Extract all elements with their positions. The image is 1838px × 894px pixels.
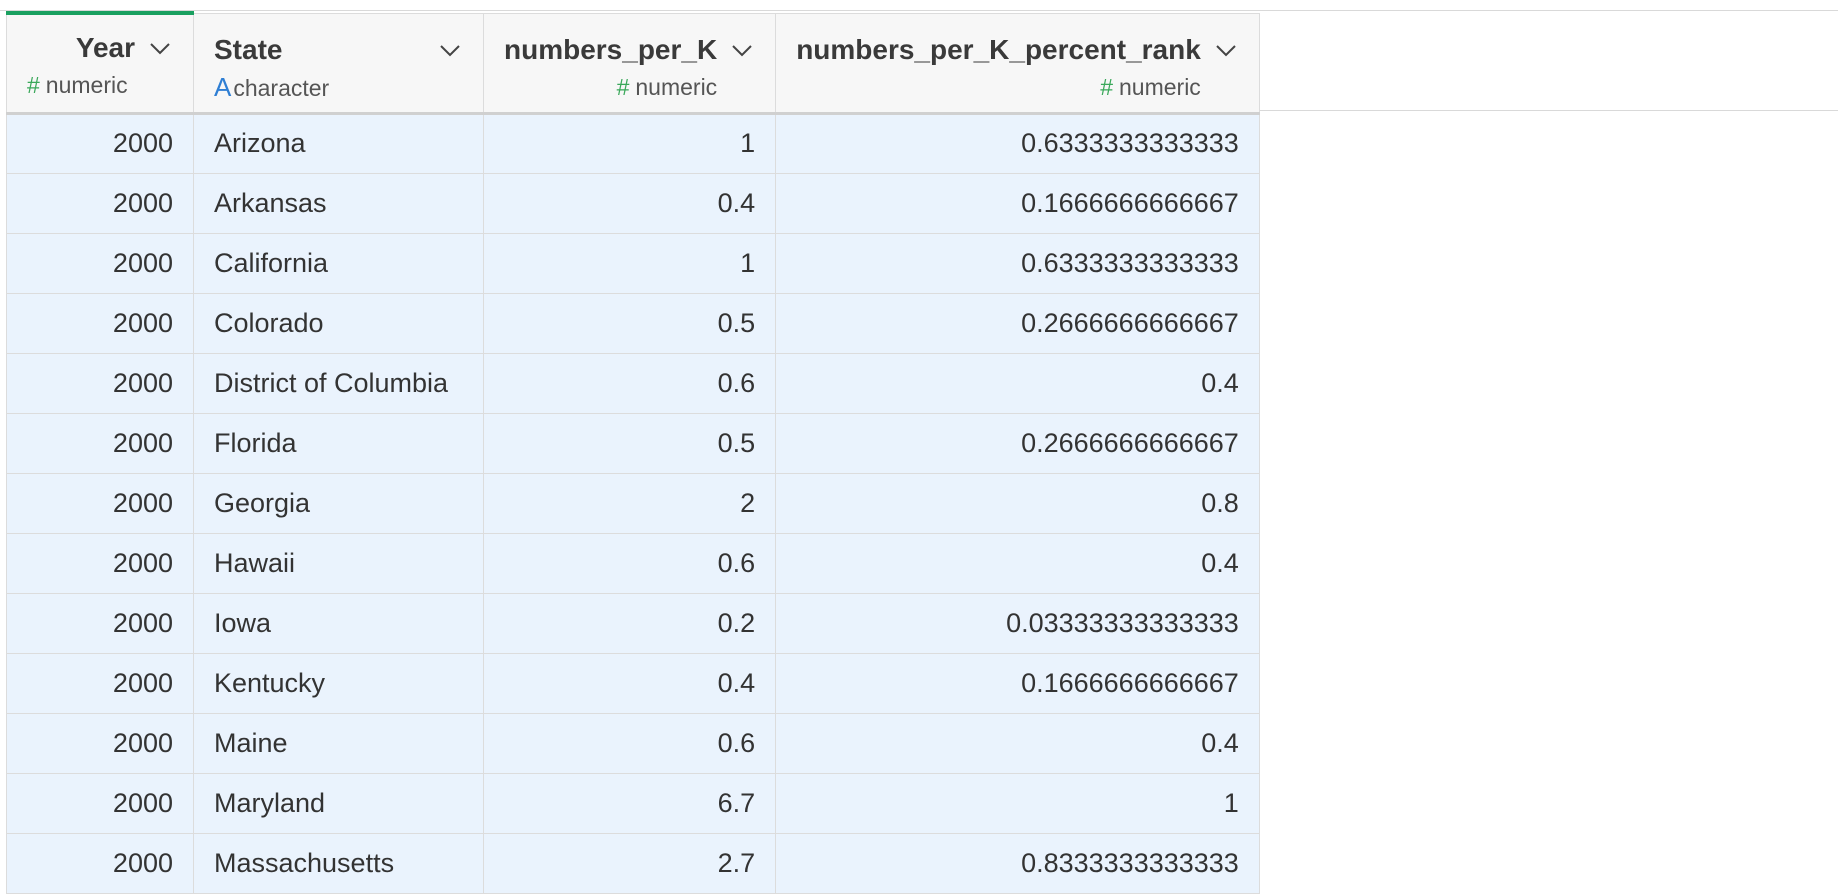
cell-year[interactable]: 2000 <box>6 112 194 174</box>
cell-state[interactable]: Arizona <box>193 112 484 174</box>
cell-numbers-per-k[interactable]: 2 <box>482 472 777 534</box>
cell-year[interactable]: 2000 <box>6 472 194 534</box>
chevron-down-icon[interactable] <box>147 35 173 61</box>
cell-state[interactable]: Maine <box>193 712 484 774</box>
header-row: Year # numeric State Acharacter numbers_… <box>6 11 1260 114</box>
column-type-text: character <box>233 74 330 101</box>
chevron-down-icon[interactable] <box>437 37 463 63</box>
cell-numbers-per-k[interactable]: 0.6 <box>482 532 777 594</box>
column-type-label: Acharacter <box>214 73 463 102</box>
cell-year[interactable]: 2000 <box>6 232 194 294</box>
cell-year[interactable]: 2000 <box>6 532 194 594</box>
column-type-text: numeric <box>45 72 128 98</box>
cell-percent-rank[interactable]: 0.6333333333333 <box>775 112 1260 174</box>
cell-year[interactable]: 2000 <box>6 352 194 414</box>
cell-percent-rank[interactable]: 0.4 <box>775 712 1260 774</box>
table-row[interactable]: 2000 Kentucky 0.4 0.1666666666667 <box>6 652 1260 714</box>
hash-icon: # <box>616 73 630 100</box>
cell-percent-rank[interactable]: 0.1666666666667 <box>775 172 1260 234</box>
cell-state[interactable]: California <box>193 232 484 294</box>
cell-numbers-per-k[interactable]: 0.4 <box>482 652 777 714</box>
cell-state[interactable]: District of Columbia <box>193 352 484 414</box>
column-title: State <box>214 33 283 65</box>
column-header-numbers-per-k[interactable]: numbers_per_K # numeric <box>482 12 777 114</box>
table-row[interactable]: 2000 Maryland 6.7 1 <box>6 772 1260 834</box>
table-row[interactable]: 2000 Arkansas 0.4 0.1666666666667 <box>6 172 1260 234</box>
cell-state[interactable]: Arkansas <box>193 172 484 234</box>
cell-numbers-per-k[interactable]: 1 <box>482 232 777 294</box>
cell-percent-rank[interactable]: 0.8 <box>775 472 1260 534</box>
cell-numbers-per-k[interactable]: 1 <box>482 112 777 174</box>
cell-year[interactable]: 2000 <box>6 172 194 234</box>
cell-numbers-per-k[interactable]: 0.5 <box>482 292 777 354</box>
data-grid-view: Year # numeric State Acharacter numbers_… <box>0 0 1838 894</box>
cell-state[interactable]: Georgia <box>193 472 484 534</box>
table-row[interactable]: 2000 Georgia 2 0.8 <box>6 472 1260 534</box>
cell-year[interactable]: 2000 <box>6 712 194 774</box>
cell-numbers-per-k[interactable]: 6.7 <box>482 772 777 834</box>
table-row[interactable]: 2000 Maine 0.6 0.4 <box>6 712 1260 774</box>
cell-year[interactable]: 2000 <box>6 292 194 354</box>
cell-numbers-per-k[interactable]: 0.4 <box>482 172 777 234</box>
cell-state[interactable]: Colorado <box>193 292 484 354</box>
table-row[interactable]: 2000 Massachusetts 2.7 0.8333333333333 <box>6 832 1260 894</box>
cell-year[interactable]: 2000 <box>6 412 194 474</box>
table-row[interactable]: 2000 Arizona 1 0.6333333333333 <box>6 112 1260 174</box>
column-type-label: # numeric <box>504 73 755 101</box>
cell-year[interactable]: 2000 <box>6 652 194 714</box>
cell-year[interactable]: 2000 <box>6 592 194 654</box>
letter-a-icon: A <box>214 71 232 102</box>
chevron-down-icon[interactable] <box>1213 37 1239 63</box>
column-title: Year <box>75 32 135 63</box>
column-title: numbers_per_K_percent_rank <box>796 33 1201 65</box>
table-row[interactable]: 2000 District of Columbia 0.6 0.4 <box>6 352 1260 414</box>
cell-year[interactable]: 2000 <box>6 772 194 834</box>
table-row[interactable]: 2000 Iowa 0.2 0.03333333333333 <box>6 592 1260 654</box>
cell-percent-rank[interactable]: 0.6333333333333 <box>775 232 1260 294</box>
cell-state[interactable]: Massachusetts <box>193 832 484 894</box>
hash-icon: # <box>27 72 40 98</box>
cell-percent-rank[interactable]: 0.2666666666667 <box>775 292 1260 354</box>
cell-year[interactable]: 2000 <box>6 832 194 894</box>
table-row[interactable]: 2000 Hawaii 0.6 0.4 <box>6 532 1260 594</box>
column-header-numbers-per-k-percent-rank[interactable]: numbers_per_K_percent_rank # numeric <box>775 12 1260 114</box>
column-type-text: numeric <box>635 73 718 100</box>
table-row[interactable]: 2000 Colorado 0.5 0.2666666666667 <box>6 292 1260 354</box>
column-title: numbers_per_K <box>504 33 718 65</box>
data-table: Year # numeric State Acharacter numbers_… <box>6 11 1260 894</box>
header-divider <box>1246 110 1838 111</box>
cell-percent-rank[interactable]: 1 <box>775 772 1260 834</box>
column-header-state[interactable]: State Acharacter <box>193 12 484 114</box>
column-type-label: # numeric <box>796 73 1239 101</box>
column-header-year[interactable]: Year # numeric <box>6 11 194 114</box>
cell-state[interactable]: Hawaii <box>193 532 484 594</box>
cell-numbers-per-k[interactable]: 2.7 <box>482 832 777 894</box>
cell-percent-rank[interactable]: 0.4 <box>775 532 1260 594</box>
column-type-label: # numeric <box>27 71 173 99</box>
chevron-down-icon[interactable] <box>729 37 755 63</box>
column-type-text: numeric <box>1119 73 1201 100</box>
cell-percent-rank[interactable]: 0.1666666666667 <box>775 652 1260 714</box>
hash-icon: # <box>1100 73 1113 100</box>
table-row[interactable]: 2000 California 1 0.6333333333333 <box>6 232 1260 294</box>
cell-numbers-per-k[interactable]: 0.5 <box>482 412 777 474</box>
cell-percent-rank[interactable]: 0.4 <box>775 352 1260 414</box>
cell-state[interactable]: Iowa <box>193 592 484 654</box>
cell-percent-rank[interactable]: 0.8333333333333 <box>775 832 1260 894</box>
cell-numbers-per-k[interactable]: 0.6 <box>482 352 777 414</box>
cell-percent-rank[interactable]: 0.03333333333333 <box>775 592 1260 654</box>
cell-state[interactable]: Florida <box>193 412 484 474</box>
table-row[interactable]: 2000 Florida 0.5 0.2666666666667 <box>6 412 1260 474</box>
cell-percent-rank[interactable]: 0.2666666666667 <box>775 412 1260 474</box>
cell-numbers-per-k[interactable]: 0.2 <box>482 592 777 654</box>
cell-numbers-per-k[interactable]: 0.6 <box>482 712 777 774</box>
cell-state[interactable]: Maryland <box>193 772 484 834</box>
cell-state[interactable]: Kentucky <box>193 652 484 714</box>
